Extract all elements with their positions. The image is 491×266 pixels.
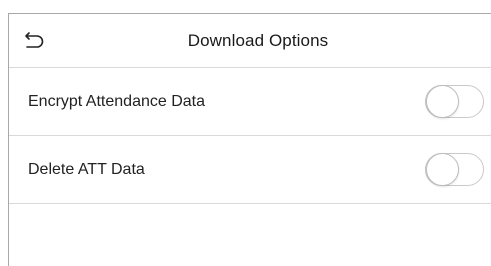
toggle-knob (426, 153, 459, 186)
header-bar: Download Options (9, 14, 491, 67)
row-divider (9, 203, 491, 204)
encrypt-attendance-toggle[interactable] (425, 85, 484, 118)
page-title: Download Options (187, 30, 329, 50)
option-row-encrypt-attendance[interactable]: Encrypt Attendance Data (9, 68, 491, 135)
download-options-screen: Download Options Encrypt Attendance Data… (0, 0, 491, 266)
option-label: Delete ATT Data (28, 160, 145, 178)
toggle-knob (426, 85, 459, 118)
option-label: Encrypt Attendance Data (28, 92, 205, 110)
back-arrow-icon[interactable] (23, 28, 47, 52)
option-row-delete-att[interactable]: Delete ATT Data (9, 136, 491, 203)
delete-att-toggle[interactable] (425, 153, 484, 186)
